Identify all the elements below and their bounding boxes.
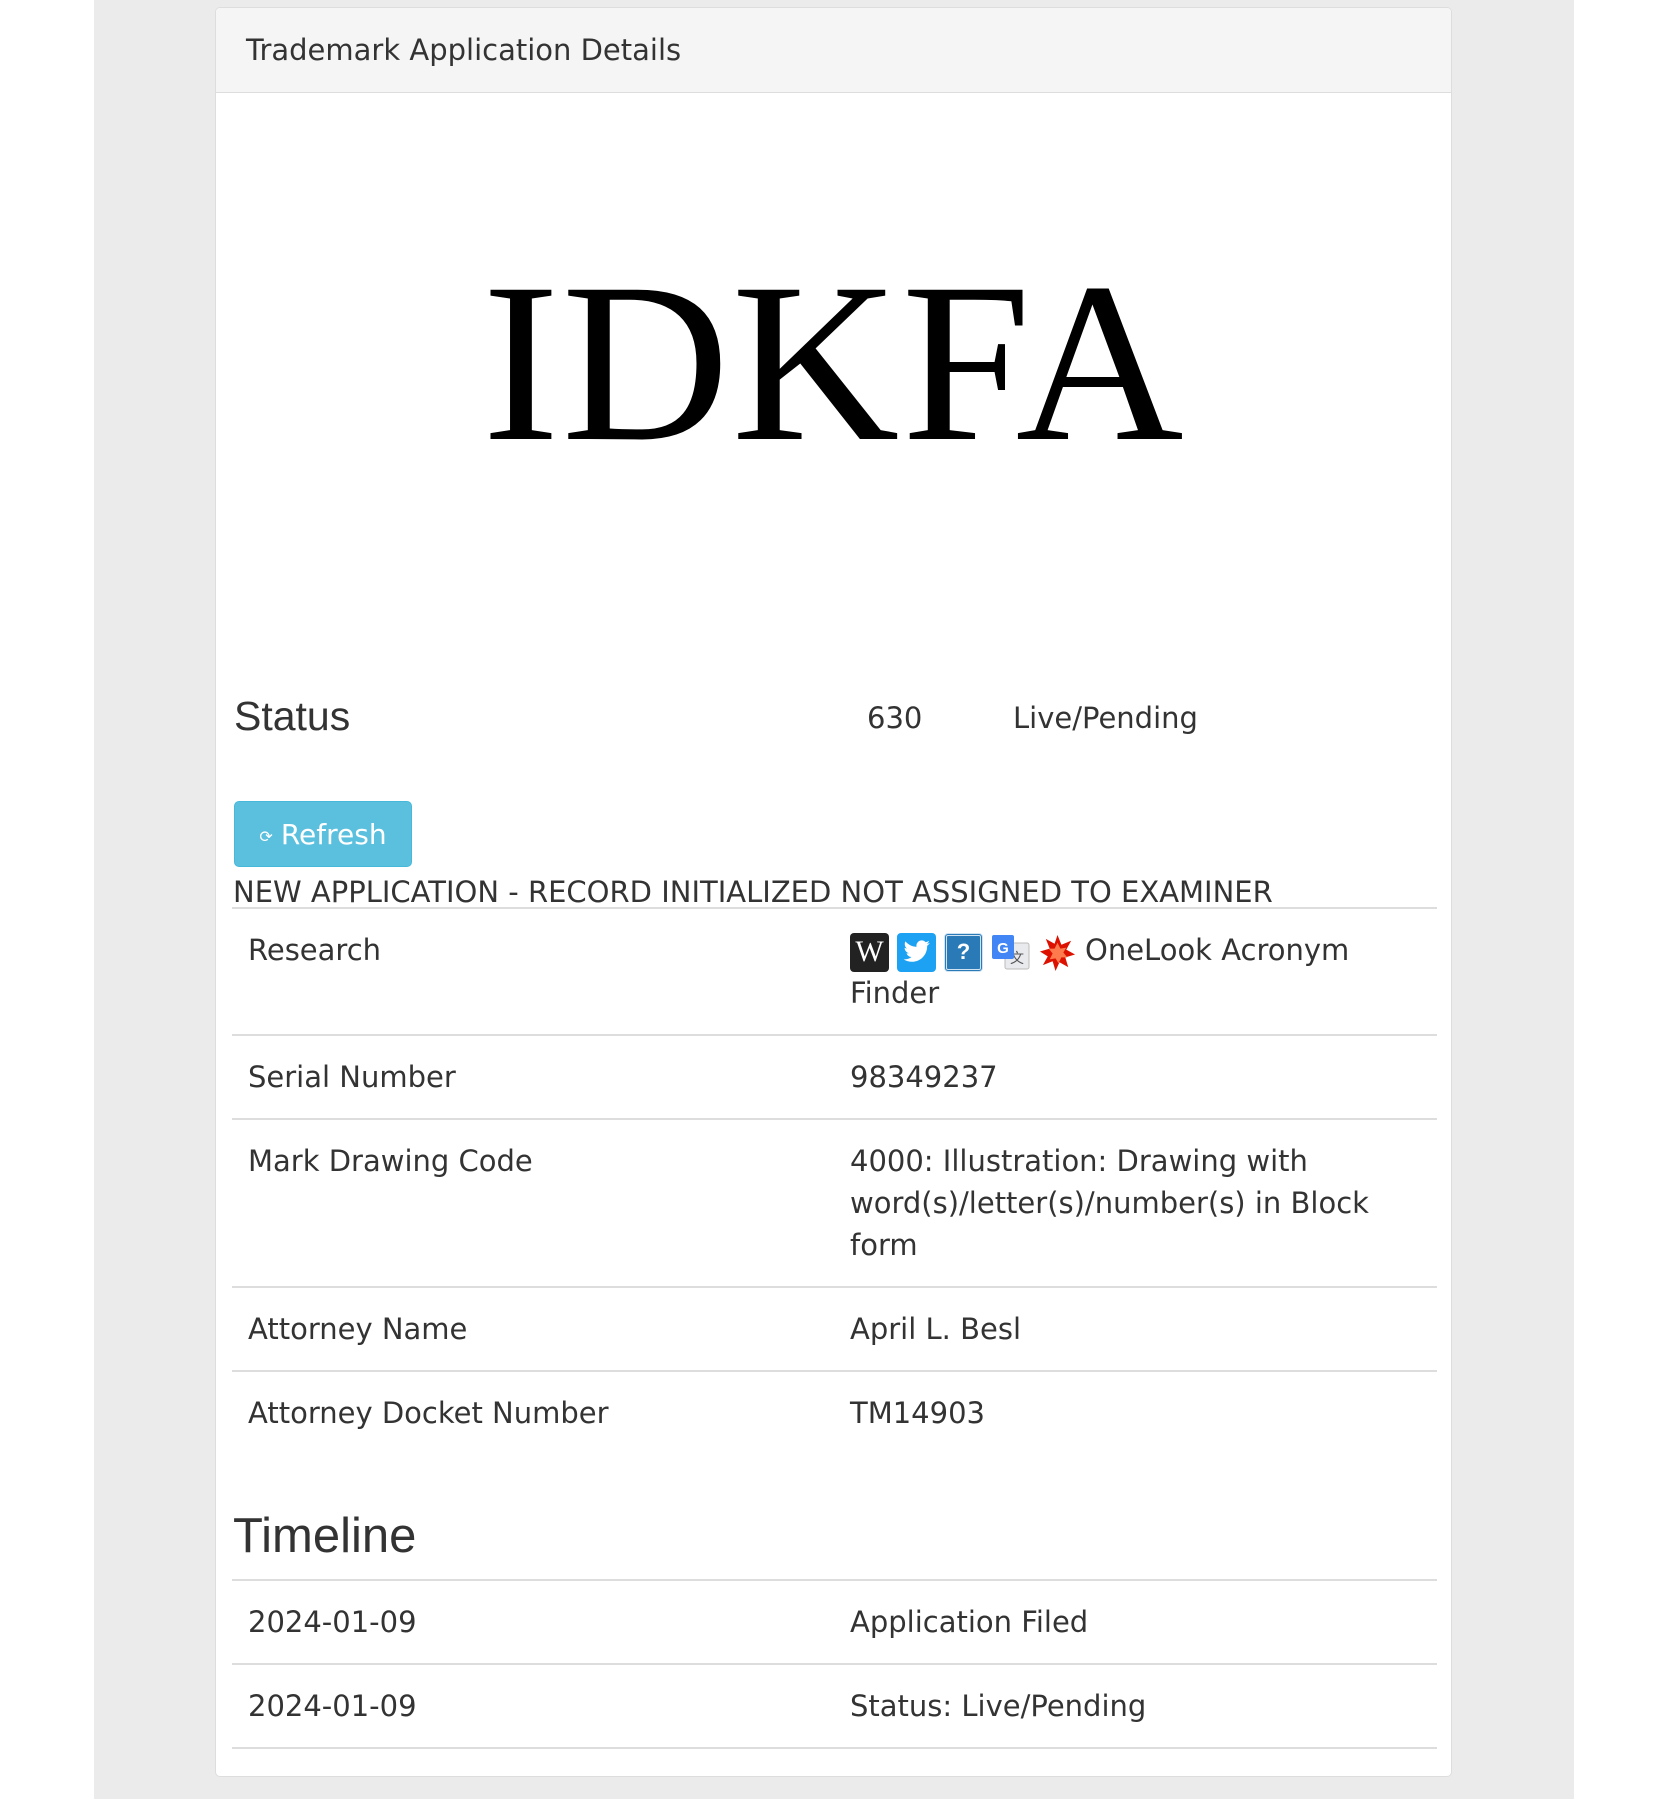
row-value: TM14903 bbox=[834, 1369, 1437, 1454]
panel-title: Trademark Application Details bbox=[246, 33, 682, 67]
timeline-date: 2024-01-09 bbox=[232, 1747, 834, 1776]
trademark-details-panel: Trademark Application Details IDKFA Stat… bbox=[215, 7, 1452, 1777]
row-key: Attorney Name bbox=[232, 1285, 834, 1371]
table-row: Attorney Docket Number TM14903 bbox=[232, 1369, 1437, 1454]
help-question-icon[interactable]: ? bbox=[944, 932, 983, 972]
refresh-button-label: Refresh bbox=[280, 817, 387, 851]
row-key: Serial Number bbox=[232, 1033, 834, 1119]
status-row: Status 630 Live/Pending bbox=[234, 693, 1434, 753]
timeline-date: 2024-01-09 bbox=[232, 1579, 834, 1664]
panel-heading: Trademark Application Details bbox=[216, 8, 1451, 93]
google-translate-icon[interactable]: 文 G bbox=[991, 933, 1030, 972]
row-value: 98349237 bbox=[834, 1033, 1437, 1119]
status-code: 630 bbox=[867, 701, 923, 735]
table-row: Mark Drawing Code 4000: Illustration: Dr… bbox=[232, 1117, 1437, 1287]
refresh-icon: ⟳ bbox=[259, 826, 273, 846]
table-row: Attorney Name April L. Besl bbox=[232, 1285, 1437, 1371]
wolfram-alpha-icon[interactable] bbox=[1038, 933, 1077, 972]
wikipedia-icon[interactable]: W bbox=[850, 932, 889, 972]
timeline-event: Application Filed bbox=[834, 1579, 1437, 1664]
refresh-button[interactable]: ⟳ Refresh bbox=[234, 801, 412, 867]
timeline-date: 2024-01-09 bbox=[232, 1663, 834, 1748]
row-value: April L. Besl bbox=[834, 1285, 1437, 1371]
mark-text: IDKFA bbox=[481, 237, 1186, 489]
twitter-icon[interactable] bbox=[897, 932, 936, 972]
table-row: Research W ? 文 G OneLook Acronym Finder bbox=[232, 907, 1437, 1035]
details-table: Research W ? 文 G OneLook Acronym Finder … bbox=[232, 907, 1437, 1454]
table-row: 2024-01-09 Status: Live/Pending bbox=[232, 1663, 1437, 1748]
panel-body: IDKFA Status 630 Live/Pending ⟳ Refresh … bbox=[216, 93, 1451, 1776]
table-row: 2024-01-09 Transaction Date bbox=[232, 1747, 1437, 1776]
status-description: NEW APPLICATION - RECORD INITIALIZED NOT… bbox=[233, 875, 1273, 909]
timeline-event: Status: Live/Pending bbox=[834, 1663, 1437, 1748]
row-key: Mark Drawing Code bbox=[232, 1117, 834, 1287]
mark-image: IDKFA bbox=[216, 93, 1451, 653]
row-value: 4000: Illustration: Drawing with word(s)… bbox=[834, 1117, 1437, 1287]
timeline-table: 2024-01-09 Application Filed 2024-01-09 … bbox=[232, 1579, 1437, 1776]
research-label: Research bbox=[232, 907, 834, 1035]
status-label: Status bbox=[234, 693, 351, 739]
table-row: Serial Number 98349237 bbox=[232, 1033, 1437, 1119]
status-text: Live/Pending bbox=[1013, 701, 1198, 735]
table-row: 2024-01-09 Application Filed bbox=[232, 1579, 1437, 1664]
research-cell: W ? 文 G OneLook Acronym Finder bbox=[834, 907, 1437, 1035]
row-key: Attorney Docket Number bbox=[232, 1369, 834, 1454]
timeline-heading: Timeline bbox=[233, 1509, 417, 1563]
timeline-event: Transaction Date bbox=[834, 1747, 1437, 1776]
svg-text:G: G bbox=[997, 940, 1009, 957]
